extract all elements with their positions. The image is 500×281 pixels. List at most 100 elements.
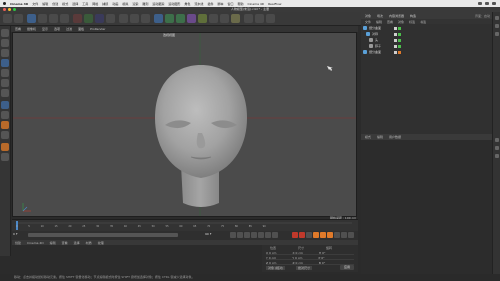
wifi-icon[interactable] — [478, 2, 482, 5]
key-rotation-icon[interactable] — [327, 232, 333, 238]
go-to-start-icon[interactable] — [230, 232, 236, 238]
menu-create[interactable]: 创建 — [52, 2, 58, 6]
attr-tab-mode[interactable]: 模式 — [365, 135, 371, 139]
viewport-menu-view[interactable]: 查看 — [15, 27, 21, 31]
mat-menu-view[interactable]: 查看 — [62, 241, 68, 245]
menu-file[interactable]: 文件 — [32, 2, 38, 6]
attribute-manager[interactable] — [361, 140, 492, 274]
menu-animate[interactable]: 动画 — [112, 2, 118, 6]
tab-content-browser[interactable]: 内容浏览器 — [389, 14, 404, 18]
range-slider[interactable] — [28, 233, 178, 237]
attr-tab-userdata[interactable]: 用户数据 — [389, 135, 401, 139]
move-icon[interactable] — [38, 14, 47, 23]
planar-workplane-icon[interactable] — [1, 153, 9, 161]
om-menu-tags[interactable]: 标签 — [409, 20, 415, 24]
menu-pipeline[interactable]: 流水线 — [194, 2, 203, 6]
om-menu-view[interactable]: 查看 — [387, 20, 393, 24]
plugin-icon[interactable] — [255, 14, 264, 23]
key-position-icon[interactable] — [313, 232, 319, 238]
points-mode-icon[interactable] — [1, 69, 9, 77]
end-frame-field[interactable]: 90 F — [205, 232, 212, 236]
perspective-viewport[interactable] — [12, 32, 357, 217]
side-tab-icon[interactable] — [495, 154, 499, 158]
rotate-icon[interactable] — [60, 14, 69, 23]
render-view-icon[interactable] — [119, 14, 128, 23]
visibility-icon[interactable] — [394, 32, 397, 36]
mat-menu-material[interactable]: 材质 — [86, 241, 92, 245]
menu-mesh[interactable]: 网格 — [92, 2, 98, 6]
size-y-field[interactable]: Y 0 cm — [292, 256, 302, 260]
play-icon[interactable] — [251, 232, 257, 238]
tab-objects[interactable]: 对象 — [365, 14, 371, 18]
tag-icon[interactable] — [398, 50, 401, 54]
rotation-h-field[interactable]: H 0° — [319, 251, 326, 255]
scale-icon[interactable] — [49, 14, 58, 23]
material-area[interactable] — [12, 245, 261, 272]
menu-character[interactable]: 角色 — [184, 2, 190, 6]
coordinate-system-icon[interactable] — [106, 14, 115, 23]
polygons-mode-icon[interactable] — [1, 89, 9, 97]
menu-tools[interactable]: 工具 — [82, 2, 88, 6]
visibility-icon[interactable] — [394, 38, 397, 42]
next-key-icon[interactable] — [265, 232, 271, 238]
rotation-b-field[interactable]: B 0° — [319, 261, 325, 265]
menu-select[interactable]: 选择 — [72, 2, 78, 6]
side-tab-icon[interactable] — [495, 138, 499, 142]
close-icon[interactable] — [3, 8, 6, 11]
side-tab-icon[interactable] — [495, 146, 499, 150]
menu-help[interactable]: 帮助 — [237, 2, 243, 6]
search-icon[interactable] — [492, 2, 496, 5]
position-z-field[interactable]: Z 0 cm — [266, 261, 276, 265]
tweak-mode-icon[interactable] — [1, 111, 9, 119]
light-icon[interactable] — [231, 14, 240, 23]
camera-icon[interactable] — [220, 14, 229, 23]
size-z-field[interactable]: Z 0 cm — [292, 261, 302, 265]
menu-simulate[interactable]: 模拟 — [122, 2, 128, 6]
menu-extra-realflow[interactable]: RealFlow — [268, 2, 281, 6]
enable-axis-icon[interactable] — [1, 101, 9, 109]
tab-structure[interactable]: 构造 — [410, 14, 416, 18]
rotation-p-field[interactable]: P 0° — [318, 256, 324, 260]
side-tab-icon[interactable] — [495, 16, 499, 20]
pen-icon[interactable] — [165, 14, 174, 23]
app-menu[interactable]: Cinema 4D — [10, 2, 28, 6]
position-y-field[interactable]: Y 0 cm — [266, 256, 276, 260]
mat-menu-texture[interactable]: 纹理 — [98, 241, 104, 245]
undo-icon[interactable] — [3, 14, 12, 23]
workplane-icon[interactable] — [1, 59, 9, 67]
visibility-icon[interactable] — [394, 44, 397, 48]
viewport-menu-display[interactable]: 显示 — [42, 27, 48, 31]
enabled-check-icon[interactable] — [398, 26, 401, 30]
viewport-menu-options[interactable]: 选项 — [54, 27, 60, 31]
lock-workplane-icon[interactable] — [1, 143, 9, 151]
axis-y-icon[interactable] — [84, 14, 93, 23]
menu-snap[interactable]: 捕捉 — [102, 2, 108, 6]
menu-mode[interactable]: 模式 — [62, 2, 68, 6]
environment-icon[interactable] — [209, 14, 218, 23]
xpresso-icon[interactable] — [266, 14, 275, 23]
enabled-check-icon[interactable] — [398, 32, 401, 36]
side-tab-icon[interactable] — [495, 32, 499, 36]
apple-icon[interactable] — [3, 2, 6, 5]
mat-menu-select[interactable]: 选择 — [74, 241, 80, 245]
prev-key-icon[interactable] — [237, 232, 243, 238]
keyframe-selection-icon[interactable] — [306, 232, 312, 238]
axis-z-icon[interactable] — [95, 14, 104, 23]
attr-tab-edit[interactable]: 编辑 — [377, 135, 383, 139]
snapping-icon[interactable] — [1, 131, 9, 139]
list-item[interactable]: 细分曲面 — [361, 49, 492, 55]
model-mode-icon[interactable] — [1, 39, 9, 47]
key-pla-icon[interactable] — [341, 232, 347, 238]
redo-icon[interactable] — [14, 14, 23, 23]
subdivision-icon[interactable] — [176, 14, 185, 23]
viewport-menu-filter[interactable]: 过滤 — [66, 27, 72, 31]
octane-icon[interactable] — [244, 14, 253, 23]
size-x-field[interactable]: X 0 cm — [292, 251, 302, 255]
om-menu-file[interactable]: 文件 — [365, 20, 371, 24]
om-menu-edit[interactable]: 编辑 — [376, 20, 382, 24]
mat-menu-create[interactable]: 创建 — [15, 241, 21, 245]
mat-menu-c4d[interactable]: Cinema 4D — [27, 241, 44, 245]
render-settings-icon[interactable] — [141, 14, 150, 23]
tab-takes[interactable]: 场次 — [377, 14, 383, 18]
viewport-menu-panel[interactable]: 面板 — [78, 27, 84, 31]
